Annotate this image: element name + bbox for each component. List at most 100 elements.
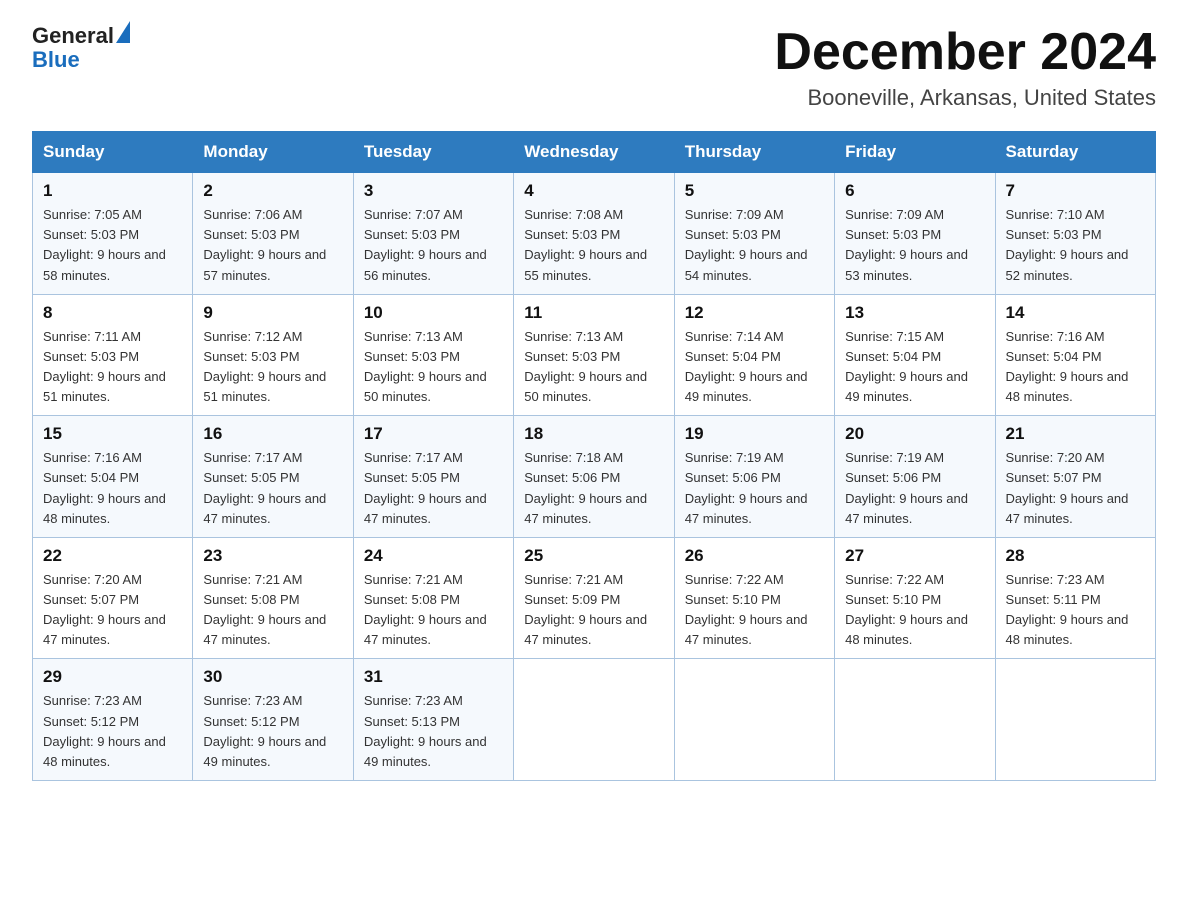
day-number: 25 <box>524 546 663 566</box>
day-info: Sunrise: 7:13 AMSunset: 5:03 PMDaylight:… <box>364 327 503 408</box>
day-info: Sunrise: 7:15 AMSunset: 5:04 PMDaylight:… <box>845 327 984 408</box>
calendar-location: Booneville, Arkansas, United States <box>774 85 1156 111</box>
day-info: Sunrise: 7:12 AMSunset: 5:03 PMDaylight:… <box>203 327 342 408</box>
day-info: Sunrise: 7:18 AMSunset: 5:06 PMDaylight:… <box>524 448 663 529</box>
day-info: Sunrise: 7:20 AMSunset: 5:07 PMDaylight:… <box>1006 448 1145 529</box>
day-number: 16 <box>203 424 342 444</box>
weekday-header-monday: Monday <box>193 132 353 173</box>
day-info: Sunrise: 7:23 AMSunset: 5:11 PMDaylight:… <box>1006 570 1145 651</box>
calendar-cell: 7 Sunrise: 7:10 AMSunset: 5:03 PMDayligh… <box>995 173 1155 295</box>
calendar-week-row: 1 Sunrise: 7:05 AMSunset: 5:03 PMDayligh… <box>33 173 1156 295</box>
weekday-header-tuesday: Tuesday <box>353 132 513 173</box>
calendar-cell: 28 Sunrise: 7:23 AMSunset: 5:11 PMDaylig… <box>995 537 1155 659</box>
day-info: Sunrise: 7:16 AMSunset: 5:04 PMDaylight:… <box>43 448 182 529</box>
calendar-week-row: 15 Sunrise: 7:16 AMSunset: 5:04 PMDaylig… <box>33 416 1156 538</box>
day-info: Sunrise: 7:08 AMSunset: 5:03 PMDaylight:… <box>524 205 663 286</box>
day-number: 20 <box>845 424 984 444</box>
day-info: Sunrise: 7:14 AMSunset: 5:04 PMDaylight:… <box>685 327 824 408</box>
calendar-cell: 18 Sunrise: 7:18 AMSunset: 5:06 PMDaylig… <box>514 416 674 538</box>
calendar-cell: 5 Sunrise: 7:09 AMSunset: 5:03 PMDayligh… <box>674 173 834 295</box>
day-info: Sunrise: 7:19 AMSunset: 5:06 PMDaylight:… <box>685 448 824 529</box>
day-info: Sunrise: 7:13 AMSunset: 5:03 PMDaylight:… <box>524 327 663 408</box>
day-number: 29 <box>43 667 182 687</box>
logo-text-blue: Blue <box>32 47 80 72</box>
calendar-cell <box>674 659 834 781</box>
day-number: 12 <box>685 303 824 323</box>
calendar-cell <box>995 659 1155 781</box>
day-info: Sunrise: 7:17 AMSunset: 5:05 PMDaylight:… <box>364 448 503 529</box>
day-number: 3 <box>364 181 503 201</box>
weekday-header-friday: Friday <box>835 132 995 173</box>
day-info: Sunrise: 7:16 AMSunset: 5:04 PMDaylight:… <box>1006 327 1145 408</box>
calendar-cell: 21 Sunrise: 7:20 AMSunset: 5:07 PMDaylig… <box>995 416 1155 538</box>
day-number: 8 <box>43 303 182 323</box>
day-info: Sunrise: 7:22 AMSunset: 5:10 PMDaylight:… <box>845 570 984 651</box>
calendar-cell: 10 Sunrise: 7:13 AMSunset: 5:03 PMDaylig… <box>353 294 513 416</box>
day-info: Sunrise: 7:23 AMSunset: 5:12 PMDaylight:… <box>203 691 342 772</box>
day-number: 21 <box>1006 424 1145 444</box>
calendar-table: SundayMondayTuesdayWednesdayThursdayFrid… <box>32 131 1156 781</box>
day-info: Sunrise: 7:22 AMSunset: 5:10 PMDaylight:… <box>685 570 824 651</box>
calendar-cell: 9 Sunrise: 7:12 AMSunset: 5:03 PMDayligh… <box>193 294 353 416</box>
day-number: 5 <box>685 181 824 201</box>
day-number: 31 <box>364 667 503 687</box>
day-number: 19 <box>685 424 824 444</box>
day-number: 18 <box>524 424 663 444</box>
calendar-cell: 25 Sunrise: 7:21 AMSunset: 5:09 PMDaylig… <box>514 537 674 659</box>
day-number: 10 <box>364 303 503 323</box>
calendar-cell: 12 Sunrise: 7:14 AMSunset: 5:04 PMDaylig… <box>674 294 834 416</box>
day-number: 24 <box>364 546 503 566</box>
weekday-header-thursday: Thursday <box>674 132 834 173</box>
calendar-cell: 27 Sunrise: 7:22 AMSunset: 5:10 PMDaylig… <box>835 537 995 659</box>
calendar-cell: 17 Sunrise: 7:17 AMSunset: 5:05 PMDaylig… <box>353 416 513 538</box>
day-info: Sunrise: 7:05 AMSunset: 5:03 PMDaylight:… <box>43 205 182 286</box>
calendar-week-row: 29 Sunrise: 7:23 AMSunset: 5:12 PMDaylig… <box>33 659 1156 781</box>
day-number: 30 <box>203 667 342 687</box>
day-number: 11 <box>524 303 663 323</box>
day-number: 17 <box>364 424 503 444</box>
weekday-header-saturday: Saturday <box>995 132 1155 173</box>
calendar-month-year: December 2024 <box>774 24 1156 81</box>
calendar-cell: 1 Sunrise: 7:05 AMSunset: 5:03 PMDayligh… <box>33 173 193 295</box>
calendar-cell: 4 Sunrise: 7:08 AMSunset: 5:03 PMDayligh… <box>514 173 674 295</box>
calendar-cell: 15 Sunrise: 7:16 AMSunset: 5:04 PMDaylig… <box>33 416 193 538</box>
day-number: 9 <box>203 303 342 323</box>
calendar-cell: 8 Sunrise: 7:11 AMSunset: 5:03 PMDayligh… <box>33 294 193 416</box>
day-info: Sunrise: 7:17 AMSunset: 5:05 PMDaylight:… <box>203 448 342 529</box>
calendar-cell: 31 Sunrise: 7:23 AMSunset: 5:13 PMDaylig… <box>353 659 513 781</box>
day-number: 7 <box>1006 181 1145 201</box>
calendar-cell <box>835 659 995 781</box>
logo: General Blue <box>32 24 130 72</box>
weekday-header-row: SundayMondayTuesdayWednesdayThursdayFrid… <box>33 132 1156 173</box>
weekday-header-sunday: Sunday <box>33 132 193 173</box>
calendar-cell: 2 Sunrise: 7:06 AMSunset: 5:03 PMDayligh… <box>193 173 353 295</box>
calendar-cell: 16 Sunrise: 7:17 AMSunset: 5:05 PMDaylig… <box>193 416 353 538</box>
calendar-cell: 20 Sunrise: 7:19 AMSunset: 5:06 PMDaylig… <box>835 416 995 538</box>
day-number: 6 <box>845 181 984 201</box>
calendar-cell: 19 Sunrise: 7:19 AMSunset: 5:06 PMDaylig… <box>674 416 834 538</box>
day-info: Sunrise: 7:23 AMSunset: 5:13 PMDaylight:… <box>364 691 503 772</box>
logo-triangle-icon <box>116 21 130 43</box>
weekday-header-wednesday: Wednesday <box>514 132 674 173</box>
day-info: Sunrise: 7:09 AMSunset: 5:03 PMDaylight:… <box>845 205 984 286</box>
calendar-cell: 3 Sunrise: 7:07 AMSunset: 5:03 PMDayligh… <box>353 173 513 295</box>
day-info: Sunrise: 7:21 AMSunset: 5:09 PMDaylight:… <box>524 570 663 651</box>
calendar-cell: 26 Sunrise: 7:22 AMSunset: 5:10 PMDaylig… <box>674 537 834 659</box>
calendar-cell: 13 Sunrise: 7:15 AMSunset: 5:04 PMDaylig… <box>835 294 995 416</box>
calendar-cell: 29 Sunrise: 7:23 AMSunset: 5:12 PMDaylig… <box>33 659 193 781</box>
day-number: 1 <box>43 181 182 201</box>
day-number: 22 <box>43 546 182 566</box>
day-info: Sunrise: 7:19 AMSunset: 5:06 PMDaylight:… <box>845 448 984 529</box>
page-header: General Blue December 2024 Booneville, A… <box>32 24 1156 111</box>
calendar-cell: 30 Sunrise: 7:23 AMSunset: 5:12 PMDaylig… <box>193 659 353 781</box>
calendar-week-row: 8 Sunrise: 7:11 AMSunset: 5:03 PMDayligh… <box>33 294 1156 416</box>
calendar-cell: 23 Sunrise: 7:21 AMSunset: 5:08 PMDaylig… <box>193 537 353 659</box>
calendar-cell: 24 Sunrise: 7:21 AMSunset: 5:08 PMDaylig… <box>353 537 513 659</box>
calendar-cell: 6 Sunrise: 7:09 AMSunset: 5:03 PMDayligh… <box>835 173 995 295</box>
calendar-cell: 22 Sunrise: 7:20 AMSunset: 5:07 PMDaylig… <box>33 537 193 659</box>
day-number: 26 <box>685 546 824 566</box>
day-info: Sunrise: 7:11 AMSunset: 5:03 PMDaylight:… <box>43 327 182 408</box>
day-info: Sunrise: 7:23 AMSunset: 5:12 PMDaylight:… <box>43 691 182 772</box>
day-number: 15 <box>43 424 182 444</box>
day-number: 13 <box>845 303 984 323</box>
